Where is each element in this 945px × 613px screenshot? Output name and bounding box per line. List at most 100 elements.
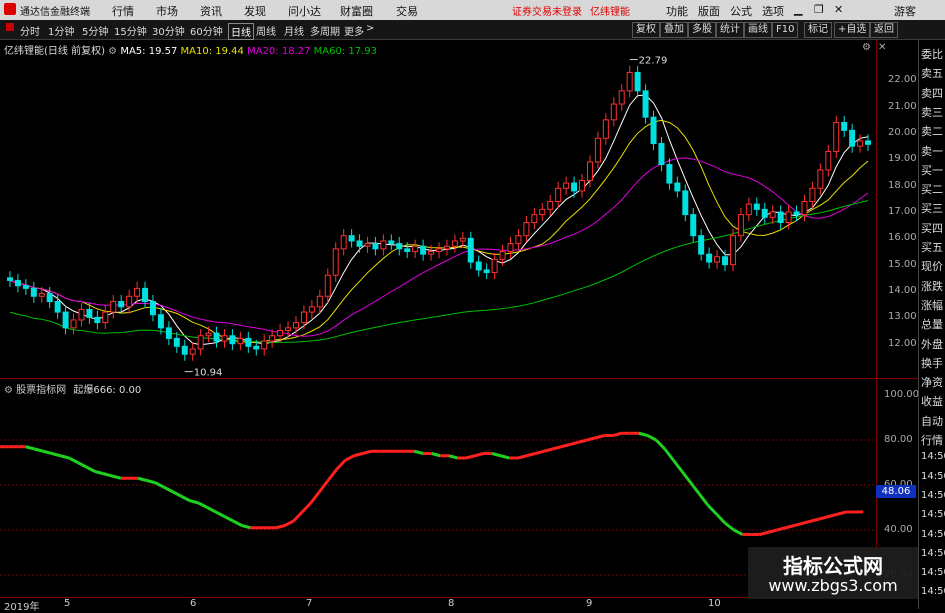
candle-body: [802, 201, 807, 214]
f10-button[interactable]: F10: [772, 22, 798, 38]
x-tick: 10: [708, 598, 721, 609]
menu-layout[interactable]: 版面: [698, 3, 720, 19]
period-tick[interactable]: 分时: [20, 23, 40, 38]
candle-body: [659, 144, 664, 165]
menu-formula[interactable]: 公式: [730, 3, 752, 19]
candle-body: [214, 333, 219, 341]
candle-body: [683, 191, 688, 215]
indicator-segment: [216, 512, 225, 517]
stats-button[interactable]: 统计: [716, 22, 744, 38]
indicator-segment: [803, 521, 812, 523]
close-icon[interactable]: ✕: [834, 3, 843, 16]
period-weekly[interactable]: 周线: [256, 23, 276, 38]
candle-body: [333, 249, 338, 275]
candle-body: [572, 183, 577, 191]
candle-body: [79, 309, 84, 320]
menu-trade[interactable]: 交易: [396, 3, 418, 19]
indicator-tick: 80.00: [884, 434, 913, 445]
side-panel-item: 收益: [921, 393, 943, 409]
draw-line-button[interactable]: 画线: [744, 22, 772, 38]
indicator-segment: [518, 456, 527, 458]
candle-body: [595, 138, 600, 162]
panel-toggle-icon[interactable]: [6, 23, 14, 31]
candle-body: [429, 252, 434, 255]
side-panel-item[interactable]: 自动: [921, 413, 943, 429]
side-panel-item: 买四: [921, 220, 943, 236]
adjust-button[interactable]: 复权: [632, 22, 660, 38]
add-watchlist-button[interactable]: +自选: [834, 22, 870, 38]
period-15min[interactable]: 15分钟: [114, 23, 147, 38]
menu-discover[interactable]: 发现: [244, 3, 266, 19]
indicator-segment: [285, 521, 294, 526]
indicator-segment: [786, 526, 795, 528]
candle-body: [47, 294, 52, 302]
candle-body: [7, 278, 12, 281]
menu-market[interactable]: 市场: [156, 3, 178, 19]
indicator-segment: [691, 483, 700, 494]
indicator-settings-icon[interactable]: ⚙: [4, 385, 13, 396]
candle-body: [23, 286, 28, 289]
period-1min[interactable]: 1分钟: [48, 23, 74, 38]
indicator-segment: [190, 501, 199, 503]
app-title: 通达信金融终端: [20, 3, 90, 18]
watermark-title: 指标公式网: [748, 550, 918, 579]
minimize-icon[interactable]: ▁: [794, 3, 802, 16]
indicator-segment: [699, 494, 708, 505]
multi-stock-button[interactable]: 多股: [688, 22, 716, 38]
candle-body: [627, 72, 632, 90]
chevron-right-icon[interactable]: >: [366, 23, 374, 34]
period-30min[interactable]: 30分钟: [152, 23, 185, 38]
quote-side-panel: 委比卖五卖四卖三卖二卖一买一买二买三买四买五现价涨跌涨幅总量外盘换手净资收益自动…: [918, 40, 945, 609]
menu-news[interactable]: 资讯: [200, 3, 222, 19]
price-tick: 19.00: [888, 153, 917, 164]
indicator-segment: [673, 460, 682, 471]
x-tick: 8: [448, 598, 454, 609]
indicator-segment: [596, 436, 605, 438]
overlay-button[interactable]: 叠加: [660, 22, 688, 38]
indicator-segment: [43, 451, 52, 453]
side-panel-item: 买五: [921, 239, 943, 255]
candle-body: [238, 338, 243, 343]
side-panel-item: 14:50: [921, 548, 945, 559]
back-button[interactable]: 返回: [870, 22, 898, 38]
candle-body: [63, 312, 68, 328]
candle-body: [270, 336, 275, 341]
guest-button[interactable]: 游客: [894, 3, 916, 19]
menu-ask-xiaoda[interactable]: 问小达: [288, 3, 321, 19]
candle-body: [476, 262, 481, 270]
period-multi[interactable]: 多周期: [310, 23, 340, 38]
indicator-segment: [492, 454, 501, 456]
period-monthly[interactable]: 月线: [284, 23, 304, 38]
restore-icon[interactable]: ❐: [814, 3, 824, 16]
indicator-segment: [648, 436, 657, 441]
period-60min[interactable]: 60分钟: [190, 23, 223, 38]
mark-button[interactable]: 标记: [804, 22, 832, 38]
high-label: 22.79: [639, 56, 668, 67]
menu-wealth-circle[interactable]: 财富圈: [340, 3, 373, 19]
side-panel-item[interactable]: 行情: [921, 432, 943, 448]
side-panel-item: 14:50: [921, 451, 945, 462]
side-panel-item: 净资: [921, 374, 943, 390]
price-tick: 18.00: [888, 180, 917, 191]
indicator-segment: [725, 523, 734, 530]
period-daily[interactable]: 日线: [228, 23, 254, 40]
side-panel-item: 委比: [921, 46, 943, 62]
chart-area[interactable]: 22.7910.94: [0, 40, 918, 597]
period-5min[interactable]: 5分钟: [82, 23, 108, 38]
side-panel-item: 卖五: [921, 65, 943, 81]
indicator-segment: [544, 449, 553, 451]
menu-options[interactable]: 选项: [762, 3, 784, 19]
candle-body: [373, 244, 378, 249]
candle-body: [230, 336, 235, 344]
menu-quotes[interactable]: 行情: [112, 3, 134, 19]
price-tick: 16.00: [888, 232, 917, 243]
candle-body: [826, 151, 831, 169]
x-tick: 6: [190, 598, 196, 609]
indicator-segment: [147, 481, 156, 483]
period-more[interactable]: 更多: [344, 23, 364, 38]
price-tick: 14.00: [888, 285, 917, 296]
indicator-segment: [345, 456, 354, 461]
indicator-segment: [242, 526, 251, 528]
menu-function[interactable]: 功能: [666, 3, 688, 19]
login-status[interactable]: 证券交易未登录: [512, 3, 582, 18]
